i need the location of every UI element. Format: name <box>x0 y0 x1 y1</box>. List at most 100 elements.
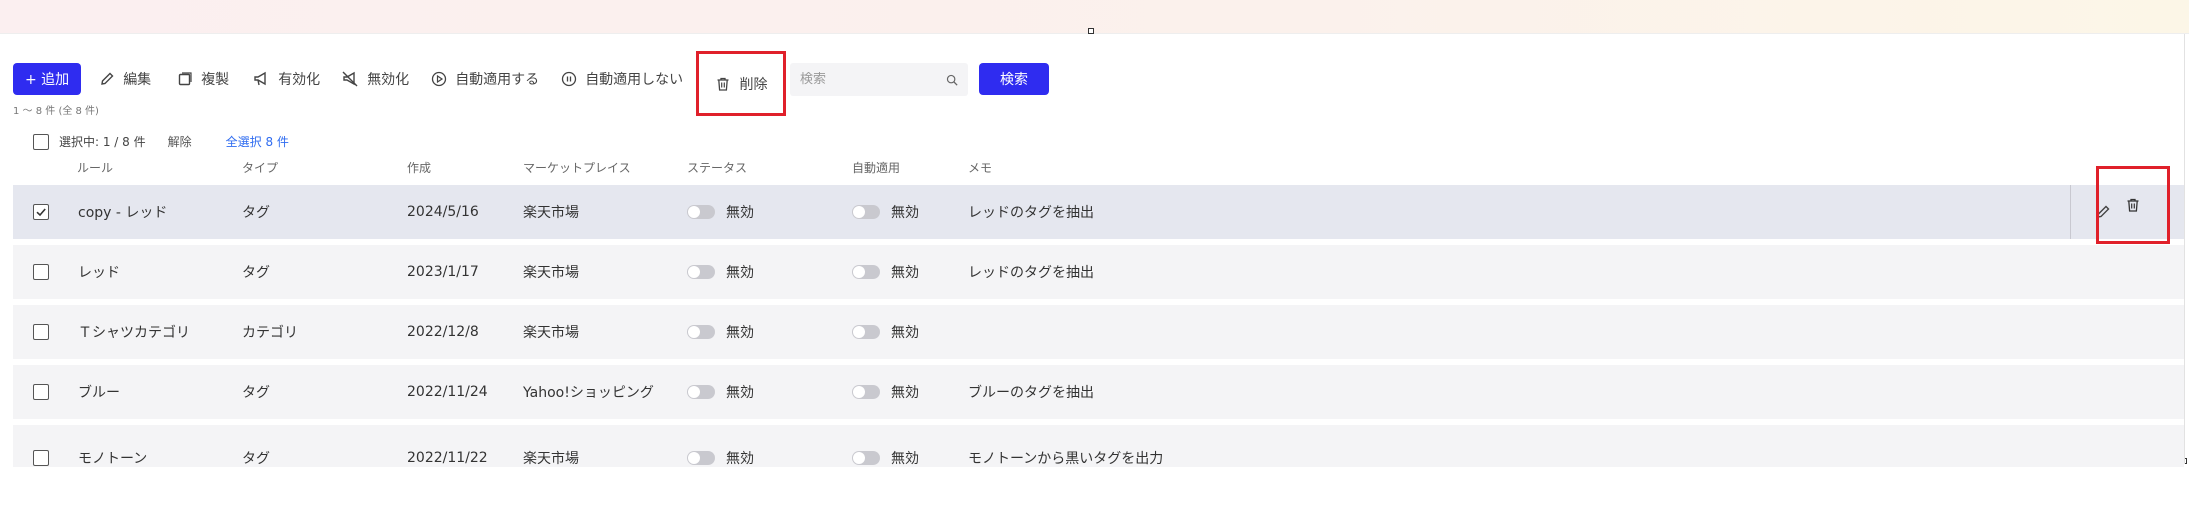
trash-icon <box>717 77 728 91</box>
pencil-icon <box>101 72 114 85</box>
frame-divider <box>2184 34 2185 464</box>
header-status[interactable]: ステータス <box>687 159 747 176</box>
cell-type: タグ <box>242 385 270 401</box>
header-rule[interactable]: ルール <box>77 159 113 176</box>
auto-apply-toggle[interactable] <box>852 205 880 219</box>
delete-button[interactable]: 削除 <box>696 51 786 116</box>
cell-created: 2022/11/24 <box>407 384 488 400</box>
auto-apply-toggle[interactable] <box>852 385 880 399</box>
edit-label: 編集 <box>123 71 152 88</box>
row-checkbox[interactable] <box>33 204 49 220</box>
cell-rule: モノトーン <box>78 451 148 467</box>
status-label: 無効 <box>726 265 754 281</box>
copy-label: 複製 <box>201 71 230 88</box>
table-row[interactable]: copy - レッド タグ 2024/5/16 楽天市場 無効 無効 レッドのタ… <box>13 185 2184 239</box>
row-checkbox[interactable] <box>33 264 49 280</box>
search-icon <box>946 74 958 86</box>
clear-selection-link[interactable]: 解除 <box>168 133 192 150</box>
auto-apply-label: 無効 <box>891 265 919 281</box>
trash-icon <box>2127 198 2139 212</box>
delete-label: 削除 <box>739 76 768 93</box>
status-toggle[interactable] <box>687 205 715 219</box>
cell-marketplace: 楽天市場 <box>523 205 579 221</box>
edit-button[interactable]: 編集 <box>99 63 151 95</box>
copy-icon <box>178 71 192 85</box>
no-auto-apply-button[interactable]: 自動適用しない <box>561 63 683 95</box>
search-field[interactable] <box>790 63 968 96</box>
cell-created: 2022/12/8 <box>407 324 479 340</box>
header-auto-apply[interactable]: 自動適用 <box>852 159 900 176</box>
cell-memo: モノトーンから黒いタグを出力 <box>968 451 1164 467</box>
auto-apply-label: 無効 <box>891 205 919 221</box>
cell-marketplace: 楽天市場 <box>523 325 579 341</box>
cell-rule: copy - レッド <box>78 205 168 221</box>
auto-apply-button[interactable]: 自動適用する <box>431 63 539 95</box>
cell-rule: Ｔシャツカテゴリ <box>78 325 190 341</box>
row-checkbox[interactable] <box>33 324 49 340</box>
table-header: ルール タイプ 作成 マーケットプレイス ステータス 自動適用 メモ <box>0 159 2189 177</box>
select-all-checkbox[interactable] <box>33 133 49 150</box>
table-row[interactable]: レッド タグ 2023/1/17 楽天市場 無効 無効 レッドのタグを抽出 <box>13 245 2184 299</box>
status-label: 無効 <box>726 385 754 401</box>
cell-memo: レッドのタグを抽出 <box>968 205 1094 221</box>
row-delete-button[interactable] <box>2096 166 2170 244</box>
search-input[interactable] <box>800 72 940 87</box>
search-button[interactable]: 検索 <box>979 63 1049 95</box>
status-toggle[interactable] <box>687 325 715 339</box>
check-icon <box>36 208 46 217</box>
header-created[interactable]: 作成 <box>407 159 431 176</box>
top-banner <box>0 0 2189 34</box>
enable-label: 有効化 <box>278 71 321 88</box>
cell-type: タグ <box>242 265 270 281</box>
table-row[interactable]: ブルー タグ 2022/11/24 Yahoo!ショッピング 無効 無効 ブルー… <box>13 365 2184 419</box>
megaphone-icon <box>254 71 266 85</box>
row-checkbox[interactable] <box>33 384 49 400</box>
status-label: 無効 <box>726 325 754 341</box>
selection-status: 選択中: 1 / 8 件 <box>59 135 146 149</box>
cell-type: タグ <box>242 205 270 221</box>
megaphone-off-icon <box>342 71 358 86</box>
row-checkbox[interactable] <box>33 450 49 466</box>
cell-type: タグ <box>242 451 270 467</box>
result-count: 1 〜 8 件 (全 8 件) <box>13 106 99 117</box>
cell-marketplace: Yahoo!ショッピング <box>523 385 654 401</box>
cell-created: 2022/11/22 <box>407 450 488 466</box>
play-circle-icon <box>432 71 447 86</box>
auto-apply-toggle[interactable] <box>852 451 880 465</box>
copy-button[interactable]: 複製 <box>177 63 229 95</box>
auto-apply-label: 無効 <box>891 325 919 341</box>
disable-label: 無効化 <box>367 71 410 88</box>
status-toggle[interactable] <box>687 451 715 465</box>
add-button[interactable]: + 追加 <box>13 62 82 95</box>
header-marketplace[interactable]: マーケットプレイス <box>523 159 631 176</box>
auto-apply-label: 自動適用する <box>455 71 540 88</box>
selection-bar: 選択中: 1 / 8 件 解除 全選択 8 件 <box>33 133 289 150</box>
header-type[interactable]: タイプ <box>242 159 278 176</box>
header-memo[interactable]: メモ <box>968 159 992 176</box>
status-toggle[interactable] <box>687 385 715 399</box>
status-label: 無効 <box>726 451 754 467</box>
cell-created: 2023/1/17 <box>407 264 479 280</box>
resize-handle-top[interactable] <box>1088 28 1094 34</box>
cell-rule: ブルー <box>78 385 120 401</box>
no-auto-apply-label: 自動適用しない <box>585 71 684 88</box>
pause-circle-icon <box>562 71 577 86</box>
auto-apply-toggle[interactable] <box>852 325 880 339</box>
auto-apply-toggle[interactable] <box>852 265 880 279</box>
enable-button[interactable]: 有効化 <box>253 63 320 95</box>
cell-rule: レッド <box>78 265 120 281</box>
table-row[interactable]: Ｔシャツカテゴリ カテゴリ 2022/12/8 楽天市場 無効 無効 <box>13 305 2184 359</box>
disable-button[interactable]: 無効化 <box>342 63 409 95</box>
cell-type: カテゴリ <box>242 325 298 341</box>
cell-marketplace: 楽天市場 <box>523 265 579 281</box>
auto-apply-label: 無効 <box>891 451 919 467</box>
cell-memo: ブルーのタグを抽出 <box>968 385 1094 401</box>
cell-created: 2024/5/16 <box>407 204 479 220</box>
auto-apply-label: 無効 <box>891 385 919 401</box>
select-all-link[interactable]: 全選択 8 件 <box>226 133 289 150</box>
status-label: 無効 <box>726 205 754 221</box>
cell-marketplace: 楽天市場 <box>523 451 579 467</box>
toolbar: + 追加 編集 複製 有効化 無効化 自動適用する 自動適用しない <box>13 62 683 95</box>
table-row[interactable]: モノトーン タグ 2022/11/22 楽天市場 無効 無効 モノトーンから黒い… <box>13 425 2184 467</box>
status-toggle[interactable] <box>687 265 715 279</box>
